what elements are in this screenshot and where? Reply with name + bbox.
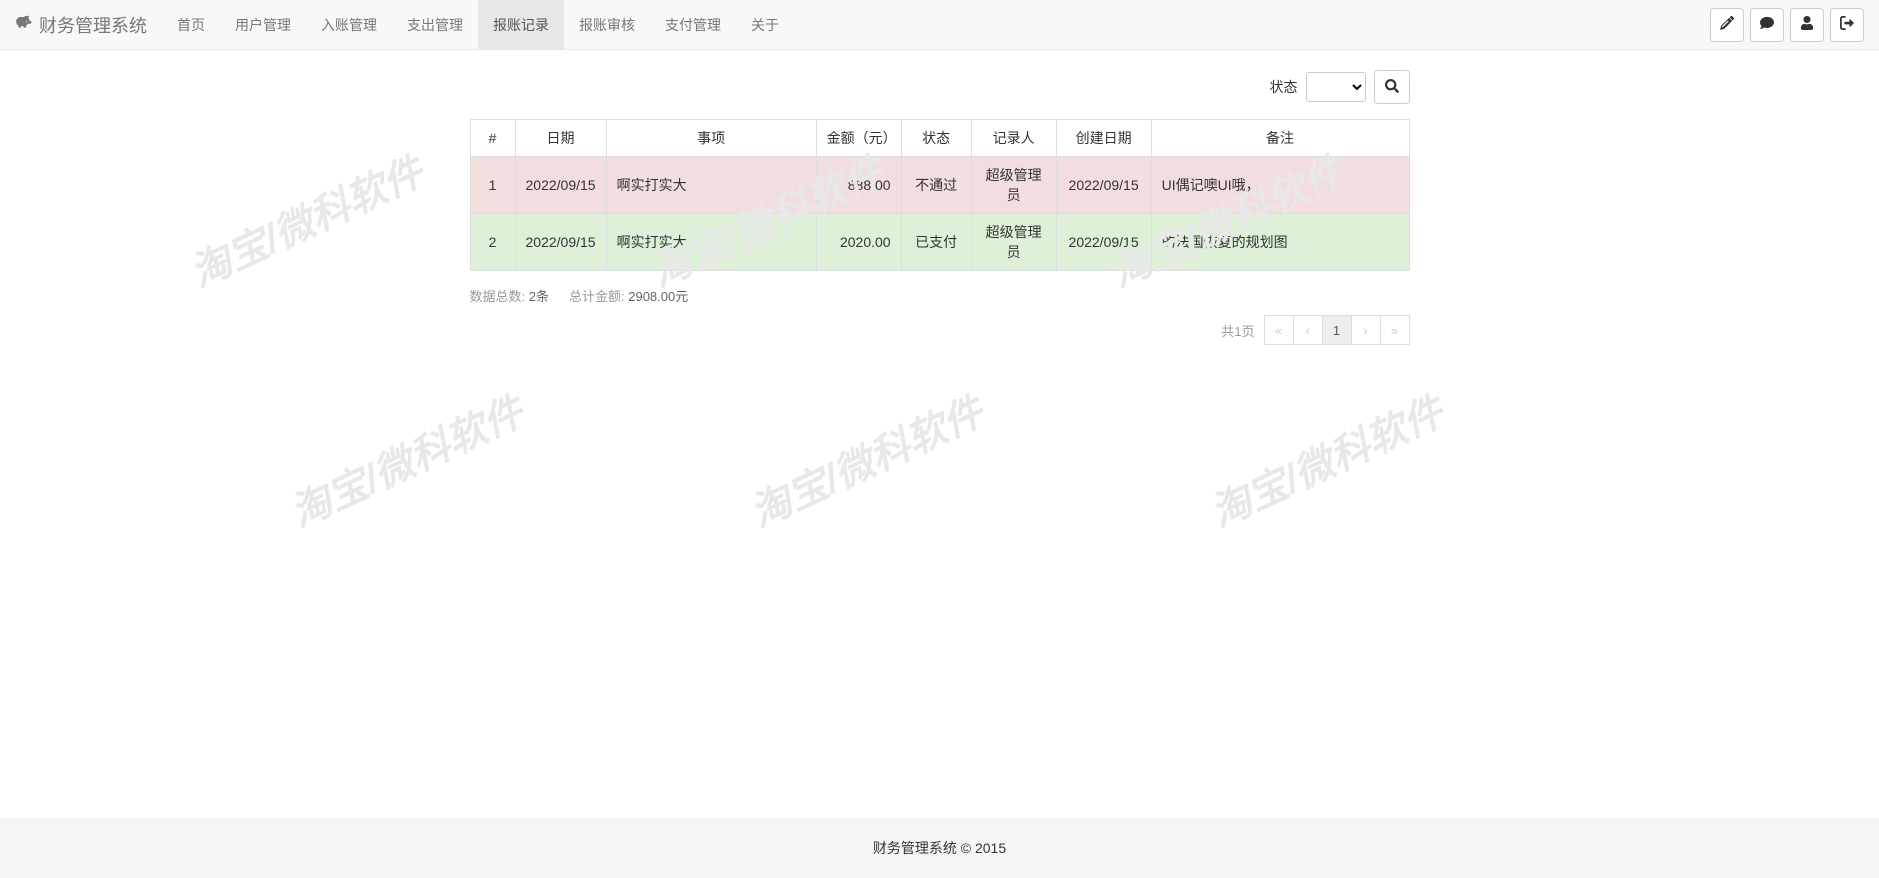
watermark: 淘宝/微科软件 [740, 380, 992, 539]
col-status: 状态 [901, 120, 971, 157]
cell-status: 已支付 [901, 214, 971, 271]
cell-item: 啊实打实大 [606, 214, 816, 271]
cell-created: 2022/09/15 [1056, 157, 1151, 214]
nav-item-reimburse-record[interactable]: 报账记录 [478, 0, 564, 50]
count-label: 数据总数: [470, 289, 526, 304]
cell-amount: 888.00 [816, 157, 901, 214]
navbar: 财务管理系统 首页 用户管理 入账管理 支出管理 报账记录 报账审核 支付管理 … [0, 0, 1879, 50]
cell-item: 啊实打实大 [606, 157, 816, 214]
search-icon [1385, 79, 1399, 96]
pagination-wrap: 共1页 « ‹ 1 › » [470, 315, 1410, 345]
col-recorder: 记录人 [971, 120, 1056, 157]
col-index: # [470, 120, 515, 157]
filter-bar: 状态 [470, 70, 1410, 104]
col-remark: 备注 [1151, 120, 1409, 157]
cell-date: 2022/09/15 [515, 214, 606, 271]
table-row[interactable]: 12022/09/15啊实打实大888.00不通过超级管理员2022/09/15… [470, 157, 1409, 214]
logout-button[interactable] [1830, 8, 1864, 42]
amount-label: 总计金额: [569, 289, 625, 304]
cell-idx: 2 [470, 214, 515, 271]
cell-status: 不通过 [901, 157, 971, 214]
data-table: # 日期 事项 金额（元） 状态 记录人 创建日期 备注 12022/09/15… [470, 119, 1410, 271]
pencil-icon [1720, 16, 1734, 33]
cell-amount: 2020.00 [816, 214, 901, 271]
cell-created: 2022/09/15 [1056, 214, 1151, 271]
cell-idx: 1 [470, 157, 515, 214]
cell-remark: UI偶记噢UI哦， [1151, 157, 1409, 214]
page-next[interactable]: › [1351, 315, 1381, 345]
pagination: « ‹ 1 › » [1265, 315, 1410, 345]
watermark: 淘宝/微科软件 [180, 140, 432, 299]
cell-date: 2022/09/15 [515, 157, 606, 214]
col-amount: 金额（元） [816, 120, 901, 157]
footer: 财务管理系统 © 2015 [0, 818, 1879, 878]
user-icon [1800, 16, 1814, 33]
nav-item-reimburse-audit[interactable]: 报账审核 [564, 0, 650, 50]
search-button[interactable] [1374, 70, 1410, 104]
nav-item-home[interactable]: 首页 [162, 0, 220, 50]
user-button[interactable] [1790, 8, 1824, 42]
message-button[interactable] [1750, 8, 1784, 42]
brand[interactable]: 财务管理系统 [15, 12, 162, 38]
brand-text: 财务管理系统 [39, 12, 147, 38]
col-item: 事项 [606, 120, 816, 157]
watermark: 淘宝/微科软件 [280, 380, 532, 539]
nav-links: 首页 用户管理 入账管理 支出管理 报账记录 报账审核 支付管理 关于 [162, 0, 794, 50]
edit-button[interactable] [1710, 8, 1744, 42]
nav-item-income[interactable]: 入账管理 [306, 0, 392, 50]
cell-remark: 的法国恢复的规划图 [1151, 214, 1409, 271]
table-row[interactable]: 22022/09/15啊实打实大2020.00已支付超级管理员2022/09/1… [470, 214, 1409, 271]
page-info: 共1页 [1221, 321, 1254, 340]
main-content: 状态 # 日期 事项 金额（元） 状态 记录人 创建日期 备注 12022/09… [470, 50, 1410, 365]
page-current[interactable]: 1 [1322, 315, 1352, 345]
nav-item-payment[interactable]: 支付管理 [650, 0, 736, 50]
sign-out-icon [1840, 16, 1854, 33]
filter-label: 状态 [1270, 77, 1298, 97]
nav-item-about[interactable]: 关于 [736, 0, 794, 50]
count-value: 2条 [529, 289, 549, 304]
page-prev[interactable]: ‹ [1293, 315, 1323, 345]
col-created: 创建日期 [1056, 120, 1151, 157]
status-select[interactable] [1306, 72, 1366, 102]
table-header-row: # 日期 事项 金额（元） 状态 记录人 创建日期 备注 [470, 120, 1409, 157]
cell-recorder: 超级管理员 [971, 214, 1056, 271]
nav-item-expense[interactable]: 支出管理 [392, 0, 478, 50]
nav-item-user[interactable]: 用户管理 [220, 0, 306, 50]
summary-row: 数据总数: 2条 总计金额: 2908.00元 [470, 286, 1410, 305]
comment-icon [1760, 16, 1774, 33]
cell-recorder: 超级管理员 [971, 157, 1056, 214]
piggy-bank-icon [15, 13, 33, 36]
col-date: 日期 [515, 120, 606, 157]
page-last[interactable]: » [1380, 315, 1410, 345]
page-first[interactable]: « [1264, 315, 1294, 345]
watermark: 淘宝/微科软件 [1200, 380, 1452, 539]
amount-value: 2908.00元 [628, 289, 688, 304]
